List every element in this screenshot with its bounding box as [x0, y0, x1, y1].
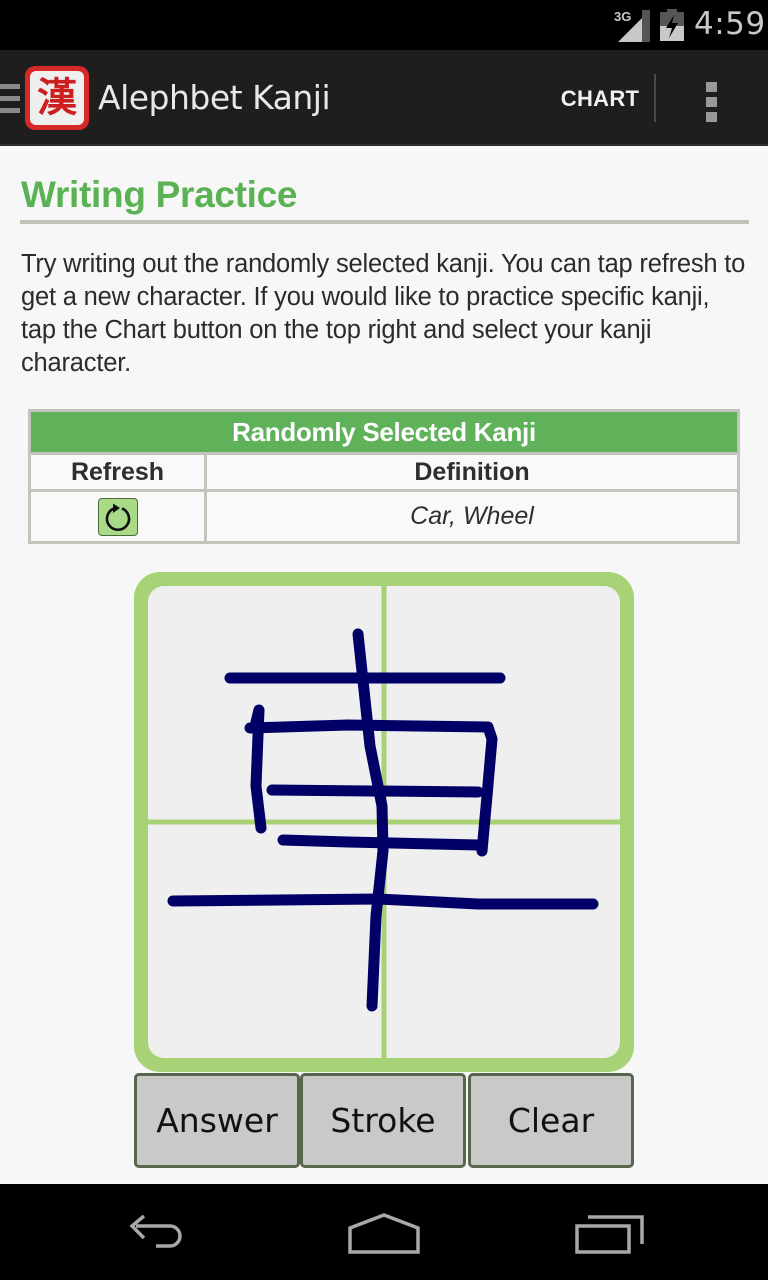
drawer-menu-icon[interactable] [0, 84, 20, 114]
navigation-bar [0, 1184, 768, 1280]
recent-apps-icon[interactable] [574, 1212, 646, 1256]
refresh-icon [105, 503, 130, 531]
column-header-refresh: Refresh [31, 455, 204, 489]
table-row: Car, Wheel [31, 492, 737, 541]
content: Writing Practice Try writing out the ran… [0, 148, 768, 1184]
table-header-row: Refresh Definition [31, 455, 737, 489]
home-icon[interactable] [346, 1212, 422, 1256]
kanji-table: Randomly Selected Kanji Refresh Definiti… [28, 409, 740, 544]
action-bar: 漢 Alephbet Kanji CHART [0, 50, 768, 146]
table-header: Randomly Selected Kanji [31, 412, 737, 452]
status-bar: 3G 4:59 [0, 0, 768, 50]
network-type: 3G [614, 9, 631, 24]
overflow-menu-icon[interactable] [690, 70, 734, 126]
definition-value: Car, Wheel [207, 492, 737, 541]
refresh-button[interactable] [97, 498, 138, 536]
app-logo-glyph: 漢 [30, 71, 84, 125]
stroke-button[interactable]: Stroke [300, 1073, 466, 1168]
chart-button[interactable]: CHART [546, 74, 654, 124]
refresh-cell [31, 492, 204, 541]
drawing-pad[interactable] [134, 572, 634, 1072]
clear-button[interactable]: Clear [468, 1073, 634, 1168]
app-logo[interactable]: 漢 [25, 66, 89, 130]
drawing-canvas[interactable] [148, 586, 620, 1058]
app-title: Alephbet Kanji [98, 78, 331, 117]
title-divider [20, 220, 749, 224]
battery-charging-icon [660, 9, 684, 41]
pad-button-row: Answer Stroke Clear [134, 1073, 634, 1168]
action-divider [654, 74, 656, 122]
clock: 4:59 [694, 6, 766, 42]
back-icon[interactable] [124, 1212, 196, 1256]
answer-button[interactable]: Answer [134, 1073, 300, 1168]
column-header-definition: Definition [207, 455, 737, 489]
signal-icon: 3G [614, 9, 650, 42]
intro-text: Try writing out the randomly selected ka… [21, 250, 746, 377]
drawing-surface [148, 586, 620, 1058]
page-title: Writing Practice [21, 174, 298, 215]
